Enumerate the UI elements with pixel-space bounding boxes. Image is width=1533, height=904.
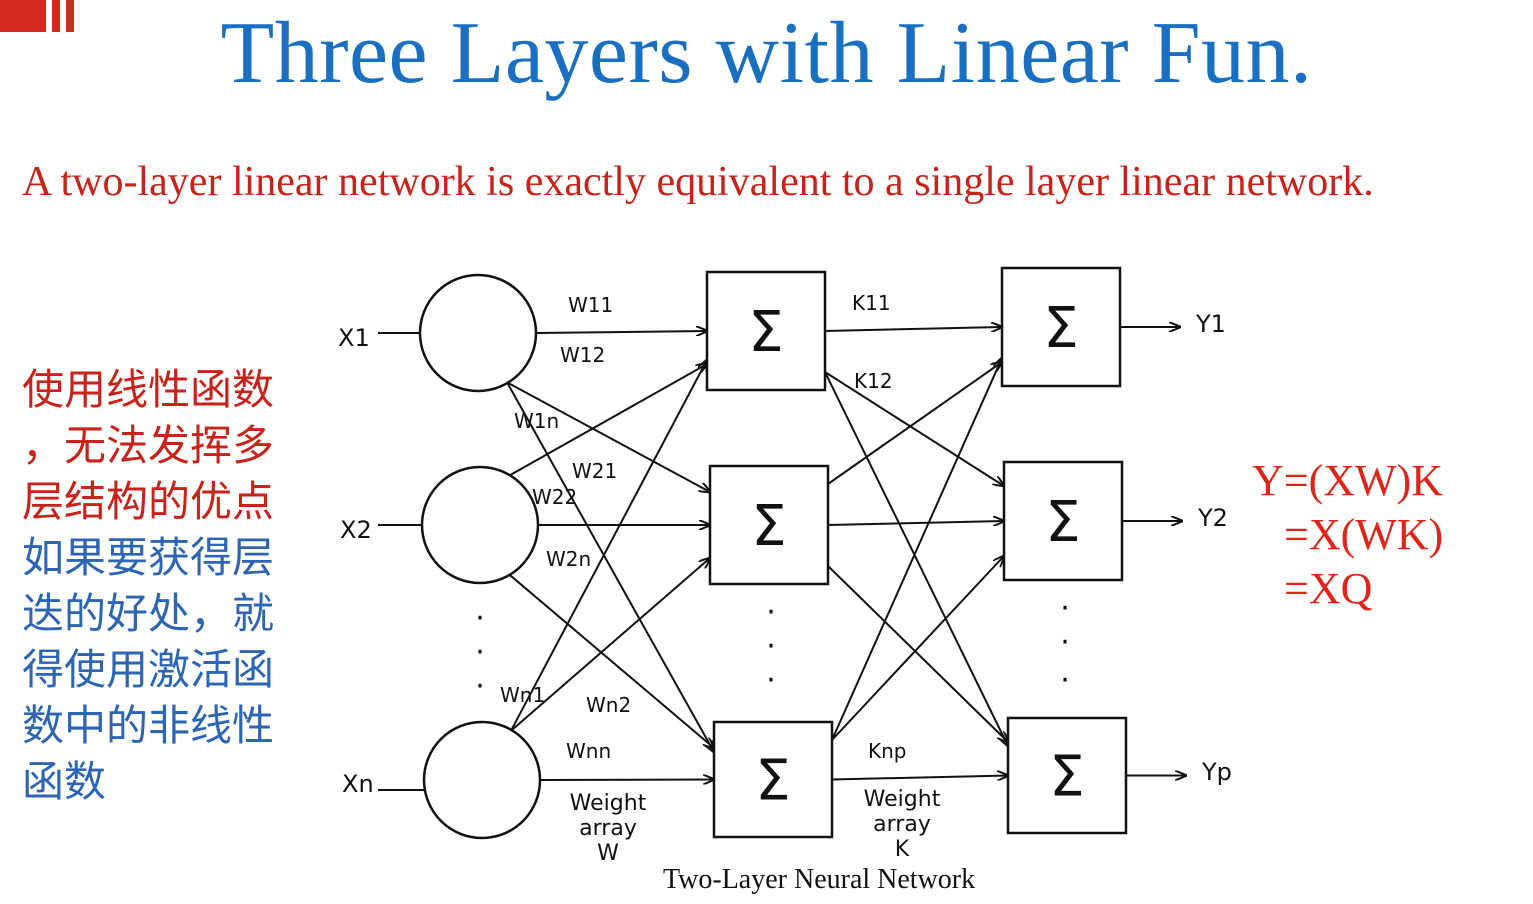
weight-label-w: W21 (572, 459, 617, 483)
weight-label-k: K12 (854, 369, 893, 393)
weight-label-w: Wnn (566, 739, 611, 763)
input-neuron (420, 465, 540, 585)
ellipsis-dot: · (766, 663, 776, 698)
weight-edge (535, 331, 707, 333)
weight-label-k: Knp (868, 739, 907, 763)
input-label: Xn (342, 770, 374, 798)
sigma-symbol: Σ (751, 494, 786, 559)
weight-array-w-label: W (597, 841, 619, 866)
output-label: Y2 (1197, 504, 1228, 532)
weight-array-k-label: array (873, 812, 931, 837)
weight-label-k: K11 (852, 291, 891, 315)
ellipsis-dot: · (475, 601, 485, 636)
weight-array-k-label: K (895, 837, 910, 862)
input-label: X2 (340, 516, 372, 544)
sigma-symbol: Σ (748, 300, 783, 365)
weight-edge (827, 521, 1004, 525)
input-label: X1 (338, 324, 370, 352)
neural-network-diagram: Σ Σ Σ Σ Σ Σ X1 X2 Xn Y1 Y2 Yp W11 W12 W1n W21W22 W2n Wn1 W… (338, 266, 1232, 866)
output-label: Yp (1201, 758, 1232, 786)
weight-label-w: W1n (514, 409, 559, 433)
ellipsis-dot: · (766, 629, 776, 664)
sigma-symbol: Σ (1049, 745, 1084, 810)
weight-edge (824, 371, 1008, 746)
weight-edge (539, 780, 714, 781)
weight-label-w: W22 (532, 485, 577, 509)
input-neuron (418, 273, 538, 393)
input-neuron (422, 720, 542, 840)
weight-label-w: W11 (568, 293, 613, 317)
ellipsis-dot: · (766, 595, 776, 630)
diagram-caption: Two-Layer Neural Network (663, 864, 976, 895)
ellipsis-dot: · (1060, 591, 1070, 626)
sigma-symbol: Σ (1043, 296, 1078, 361)
weight-label-w: W2n (546, 547, 591, 571)
sigma-symbol: Σ (1045, 490, 1080, 555)
weight-edge (831, 776, 1008, 780)
weight-label-w: W12 (560, 343, 605, 367)
ellipsis-dot: · (1060, 625, 1070, 660)
weight-edge (824, 327, 1002, 331)
weight-array-w-label: Weight (570, 791, 647, 816)
weight-label-w: Wn2 (586, 693, 631, 717)
weight-array-w-label: array (579, 816, 637, 841)
weight-edge (508, 573, 714, 748)
weight-label-w: Wn1 (500, 683, 545, 707)
ellipsis-dot: · (1060, 663, 1070, 698)
output-label: Y1 (1195, 310, 1226, 338)
weight-array-k-label: Weight (864, 787, 941, 812)
ellipsis-dot: · (475, 669, 485, 704)
sigma-symbol: Σ (755, 749, 790, 814)
ellipsis-dot: · (475, 635, 485, 670)
